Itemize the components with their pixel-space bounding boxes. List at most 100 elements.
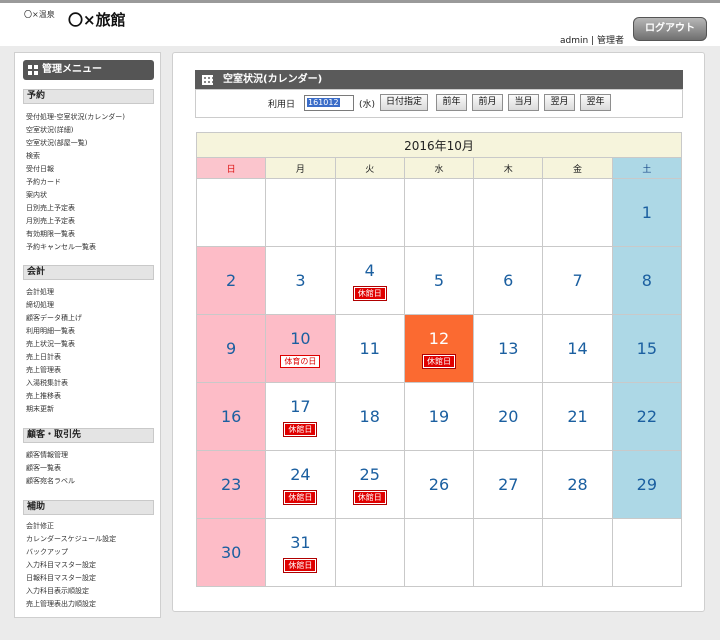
calendar-day-cell[interactable]: 4 休館日 (334, 246, 405, 315)
day-number: 7 (572, 270, 583, 290)
menu-item[interactable]: 受付日報 (26, 163, 162, 176)
calendar-empty-cell (473, 518, 544, 587)
calendar-day-cell[interactable]: 26 (403, 450, 475, 519)
calendar-day-cell[interactable]: 22 (611, 382, 683, 451)
day-number: 13 (498, 338, 519, 358)
day-number: 28 (567, 474, 588, 494)
calendar-day-cell[interactable]: 30 (195, 518, 267, 587)
menu-item[interactable]: 日別売上予定表 (26, 202, 162, 215)
menu-item[interactable]: 売上状況一覧表 (26, 338, 162, 351)
grid-icon (28, 65, 38, 75)
prev-month-button[interactable]: 前月 (472, 94, 503, 111)
menu-item[interactable]: 月別売上予定表 (26, 215, 162, 228)
calendar-day-cell[interactable]: 24 休館日 (265, 450, 336, 519)
calendar-day-cell[interactable]: 17 休館日 (265, 382, 336, 451)
menu-item[interactable]: 検索 (26, 150, 162, 163)
logout-button[interactable]: ログアウト (633, 17, 707, 41)
day-number: 15 (636, 338, 658, 358)
calendar-day-cell[interactable]: 15 (611, 314, 683, 383)
section-heading-customers: 顧客・取引先 (23, 428, 154, 443)
menu-item[interactable]: 顧客データ積上げ (26, 312, 162, 325)
menu-item[interactable]: 入力科目マスター設定 (26, 559, 162, 572)
day-number: 8 (641, 270, 652, 290)
calendar-day-cell[interactable]: 25 休館日 (334, 450, 405, 519)
calendar-day-cell[interactable]: 6 (473, 246, 544, 315)
calendar-week-row: 1 (195, 178, 683, 247)
menu-item[interactable]: 売上推移表 (26, 390, 162, 403)
calendar-day-cell[interactable]: 20 (473, 382, 544, 451)
menu-item[interactable]: 利用明細一覧表 (26, 325, 162, 338)
calendar-day-cell[interactable]: 13 (473, 314, 544, 383)
menu-item[interactable]: 案内状 (26, 189, 162, 202)
calendar-day-cell[interactable]: 10 体育の日 (265, 314, 336, 383)
next-month-button[interactable]: 翌月 (544, 94, 575, 111)
calendar-title: 2016年10月 (196, 132, 682, 158)
date-specify-button[interactable]: 日付指定 (380, 94, 428, 111)
calendar-body: 1 2 3 4 休館日 5 6 7 8 9 10 体育の日 11 12 休館日 13 14 15 16 17 休館日 18… (195, 178, 683, 587)
calendar-week-row: 23 24 休館日 25 休館日 26 27 28 29 (195, 450, 683, 519)
calendar-day-cell[interactable]: 31 休館日 (265, 518, 336, 587)
calendar-day-cell[interactable]: 19 (403, 382, 475, 451)
logo-small-text: 〇×温泉 (24, 10, 55, 19)
closed-day-badge: 休館日 (283, 558, 318, 573)
menu-item[interactable]: 空室状況(詳細) (26, 124, 162, 137)
day-number: 4 (364, 261, 375, 280)
menu-item[interactable]: 有効期限一覧表 (26, 228, 162, 241)
prev-year-button[interactable]: 前年 (436, 94, 467, 111)
menu-item[interactable]: 顧客宛名ラベル (26, 475, 162, 488)
weekday-header-tue: 火 (334, 157, 405, 179)
calendar-week-row: 16 17 休館日 18 19 20 21 22 (195, 382, 683, 451)
calendar-day-cell[interactable]: 23 (195, 450, 267, 519)
calendar-day-cell[interactable]: 16 (195, 382, 267, 451)
menu-item[interactable]: 入力科目表示順設定 (26, 585, 162, 598)
main-title-label: 空室状況(カレンダー) (223, 74, 323, 85)
calendar-day-cell[interactable]: 2 (195, 246, 267, 315)
date-input[interactable]: 161012 (304, 95, 354, 111)
calendar-day-cell[interactable]: 5 (403, 246, 475, 315)
calendar-day-cell[interactable]: 3 (265, 246, 336, 315)
day-number: 23 (220, 474, 242, 494)
day-number: 25 (359, 465, 380, 484)
calendar-day-cell[interactable]: 28 (542, 450, 613, 519)
calendar-empty-cell (403, 178, 475, 247)
calendar-grid-icon (202, 75, 213, 85)
calendar-day-cell[interactable]: 7 (542, 246, 613, 315)
next-year-button[interactable]: 翌年 (580, 94, 611, 111)
calendar-day-cell[interactable]: 9 (195, 314, 267, 383)
menu-item[interactable]: 締切処理 (26, 299, 162, 312)
calendar-day-cell[interactable]: 1 (611, 178, 683, 247)
day-number: 2 (226, 270, 237, 290)
menu-item[interactable]: 予約カード (26, 176, 162, 189)
calendar-day-cell[interactable]: 8 (611, 246, 683, 315)
closed-day-badge: 休館日 (421, 354, 456, 369)
calendar-day-cell[interactable]: 14 (542, 314, 613, 383)
menu-item[interactable]: 日報科目マスター設定 (26, 572, 162, 585)
calendar-empty-cell (265, 178, 336, 247)
menu-item[interactable]: 売上管理表出力順設定 (26, 598, 162, 611)
menu-item[interactable]: 期末更新 (26, 403, 162, 416)
menu-item[interactable]: 顧客情報管理 (26, 449, 162, 462)
menu-item[interactable]: 受付処理-空室状況(カレンダー) (26, 111, 162, 124)
weekday-header-sat: 土 (611, 157, 683, 179)
menu-item[interactable]: 売上管理表 (26, 364, 162, 377)
menu-item[interactable]: 空室状況(部屋一覧) (26, 137, 162, 150)
menu-item[interactable]: 入湯税集計表 (26, 377, 162, 390)
menu-item[interactable]: バックアップ (26, 546, 162, 559)
day-number: 27 (498, 474, 519, 494)
day-number: 1 (641, 202, 652, 222)
menu-item[interactable]: 会計処理 (26, 286, 162, 299)
menu-item[interactable]: 会計修正 (26, 520, 162, 533)
calendar-day-cell[interactable]: 11 (334, 314, 405, 383)
menu-item[interactable]: 売上日計表 (26, 351, 162, 364)
calendar-week-row: 2 3 4 休館日 5 6 7 8 (195, 246, 683, 315)
calendar-day-cell[interactable]: 12 休館日 (403, 314, 475, 383)
menu-item[interactable]: 顧客一覧表 (26, 462, 162, 475)
menu-item[interactable]: 予約キャンセル一覧表 (26, 241, 162, 254)
calendar-day-cell[interactable]: 29 (611, 450, 683, 519)
menu-list-customers: 顧客情報管理 顧客一覧表 顧客宛名ラベル (26, 449, 162, 488)
current-month-button[interactable]: 当月 (508, 94, 539, 111)
calendar-day-cell[interactable]: 27 (473, 450, 544, 519)
calendar-day-cell[interactable]: 18 (334, 382, 405, 451)
calendar-day-cell[interactable]: 21 (542, 382, 613, 451)
menu-item[interactable]: カレンダースケジュール設定 (26, 533, 162, 546)
